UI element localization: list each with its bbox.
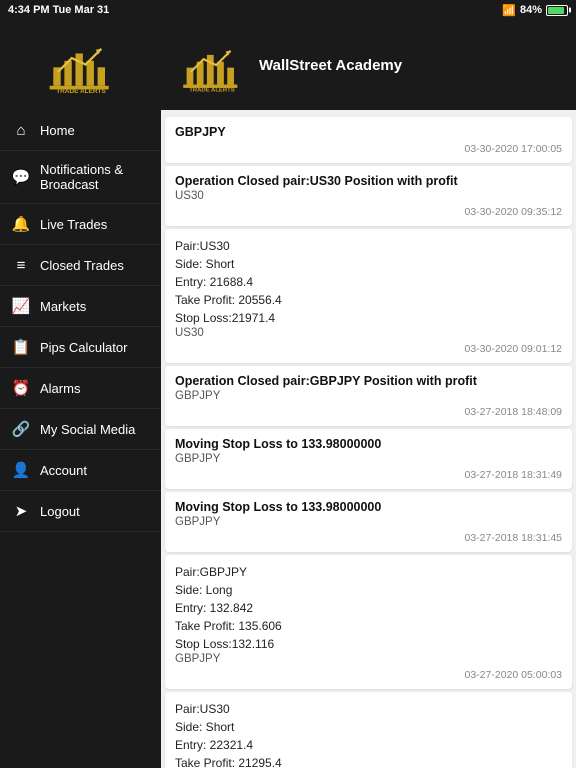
- feed-timestamp: 03-30-2020 17:00:05: [175, 143, 562, 155]
- home-icon: ⌂: [12, 121, 30, 139]
- feed-item[interactable]: Operation Closed pair:GBPJPY Position wi…: [165, 366, 572, 426]
- feed-detail-line: Take Profit: 21295.4: [175, 754, 562, 768]
- sidebar-nav: ⌂ Home 💬 Notifications & Broadcast 🔔 Liv…: [0, 110, 161, 768]
- feed-detail-line: Side: Long: [175, 581, 562, 599]
- status-bar: 4:34 PM Tue Mar 31 📶 84%: [0, 0, 576, 20]
- feed-title: Moving Stop Loss to 133.98000000: [175, 500, 562, 514]
- feed-item[interactable]: Operation Closed pair:US30 Position with…: [165, 166, 572, 226]
- feed-timestamp: 03-30-2020 09:35:12: [175, 206, 562, 218]
- wifi-icon: 📶: [502, 4, 516, 17]
- feed-timestamp: 03-27-2018 18:31:49: [175, 469, 562, 481]
- feed-title: Operation Closed pair:US30 Position with…: [175, 174, 562, 188]
- feed-detail-line: Take Profit: 20556.4: [175, 291, 562, 309]
- status-icons: 📶 84%: [502, 4, 568, 17]
- feed-detail-line: Stop Loss:21971.4: [175, 309, 562, 327]
- markets-icon: 📈: [12, 297, 30, 315]
- sidebar-item-live-trades[interactable]: 🔔 Live Trades: [0, 204, 161, 245]
- sidebar-item-social-media[interactable]: 🔗 My Social Media: [0, 409, 161, 450]
- feed-timestamp: 03-27-2018 18:31:45: [175, 532, 562, 544]
- feed-title: GBPJPY: [175, 125, 562, 139]
- svg-text:TRADE ALERTS: TRADE ALERTS: [189, 87, 234, 93]
- sidebar-label-social-media: My Social Media: [40, 422, 135, 437]
- sidebar-label-notifications: Notifications & Broadcast: [40, 162, 149, 192]
- feed-item[interactable]: Moving Stop Loss to 133.98000000 GBPJPY 03…: [165, 429, 572, 489]
- feed-detail-line: Side: Short: [175, 718, 562, 736]
- sidebar-item-notifications[interactable]: 💬 Notifications & Broadcast: [0, 151, 161, 204]
- feed-detail-line: Pair:US30: [175, 237, 562, 255]
- feed-detail-line: Stop Loss:132.116: [175, 635, 562, 653]
- feed-detail-line: Pair:GBPJPY: [175, 563, 562, 581]
- account-icon: 👤: [12, 461, 30, 479]
- feed-item[interactable]: Pair:US30Side: ShortEntry: 22321.4Take P…: [165, 692, 572, 768]
- logout-icon: ➤: [12, 502, 30, 520]
- closed-trades-icon: ≡: [12, 256, 30, 274]
- feed-subtitle: GBPJPY: [175, 516, 562, 528]
- feed-detail-line: Pair:US30: [175, 700, 562, 718]
- feed-timestamp: 03-30-2020 09:01:12: [175, 343, 562, 355]
- feed-detail-line: Side: Short: [175, 255, 562, 273]
- sidebar-item-logout[interactable]: ➤ Logout: [0, 491, 161, 532]
- sidebar-item-alarms[interactable]: ⏰ Alarms: [0, 368, 161, 409]
- sidebar-item-pips-calc[interactable]: 📋 Pips Calculator: [0, 327, 161, 368]
- feed-container[interactable]: GBPJPY 03-30-2020 17:00:05 Operation Close…: [161, 110, 576, 768]
- feed-title: Moving Stop Loss to 133.98000000: [175, 437, 562, 451]
- feed-detail-line: Entry: 22321.4: [175, 736, 562, 754]
- sidebar-label-alarms: Alarms: [40, 381, 80, 396]
- sidebar-logo-image: TRADE ALERTS: [41, 35, 121, 95]
- feed-subtitle: US30: [175, 190, 562, 202]
- main-logo-image: TRADE ALERTS: [177, 38, 247, 93]
- feed-subtitle: US30: [175, 327, 562, 339]
- live-trades-icon: 🔔: [12, 215, 30, 233]
- feed-item[interactable]: Pair:GBPJPYSide: LongEntry: 132.842Take …: [165, 555, 572, 689]
- feed-detail-line: Entry: 132.842: [175, 599, 562, 617]
- feed-timestamp: 03-27-2020 05:00:03: [175, 669, 562, 681]
- sidebar-item-closed-trades[interactable]: ≡ Closed Trades: [0, 245, 161, 286]
- feed-detail-line: Entry: 21688.4: [175, 273, 562, 291]
- pips-calc-icon: 📋: [12, 338, 30, 356]
- feed-subtitle: GBPJPY: [175, 453, 562, 465]
- feed-detail-line: Take Profit: 135.606: [175, 617, 562, 635]
- sidebar-label-logout: Logout: [40, 504, 80, 519]
- main-header: TRADE ALERTS WallStreet Academy: [161, 20, 576, 110]
- battery-icon: [546, 5, 568, 16]
- main-content: TRADE ALERTS WallStreet Academy GBPJPY 03…: [161, 20, 576, 768]
- notifications-icon: 💬: [12, 168, 30, 186]
- social-media-icon: 🔗: [12, 420, 30, 438]
- feed-subtitle: GBPJPY: [175, 390, 562, 402]
- sidebar-label-pips-calc: Pips Calculator: [40, 340, 127, 355]
- status-time: 4:34 PM Tue Mar 31: [8, 4, 109, 16]
- svg-text:TRADE ALERTS: TRADE ALERTS: [56, 88, 106, 95]
- sidebar-item-home[interactable]: ⌂ Home: [0, 110, 161, 151]
- sidebar-label-live-trades: Live Trades: [40, 217, 107, 232]
- sidebar-label-account: Account: [40, 463, 87, 478]
- feed-item[interactable]: GBPJPY 03-30-2020 17:00:05: [165, 117, 572, 163]
- feed-item[interactable]: Moving Stop Loss to 133.98000000 GBPJPY 03…: [165, 492, 572, 552]
- alarms-icon: ⏰: [12, 379, 30, 397]
- app-container: TRADE ALERTS ⌂ Home 💬 Notifications & Br…: [0, 20, 576, 768]
- sidebar-logo: TRADE ALERTS: [0, 20, 161, 110]
- feed-title: Operation Closed pair:GBPJPY Position wi…: [175, 374, 562, 388]
- sidebar-item-markets[interactable]: 📈 Markets: [0, 286, 161, 327]
- sidebar-item-account[interactable]: 👤 Account: [0, 450, 161, 491]
- battery-text: 84%: [520, 4, 542, 16]
- sidebar-label-home: Home: [40, 123, 75, 138]
- feed-timestamp: 03-27-2018 18:48:09: [175, 406, 562, 418]
- sidebar-label-closed-trades: Closed Trades: [40, 258, 124, 273]
- sidebar: TRADE ALERTS ⌂ Home 💬 Notifications & Br…: [0, 20, 161, 768]
- sidebar-label-markets: Markets: [40, 299, 86, 314]
- feed-item[interactable]: Pair:US30Side: ShortEntry: 21688.4Take P…: [165, 229, 572, 363]
- main-header-title: WallStreet Academy: [259, 57, 402, 74]
- feed-subtitle: GBPJPY: [175, 653, 562, 665]
